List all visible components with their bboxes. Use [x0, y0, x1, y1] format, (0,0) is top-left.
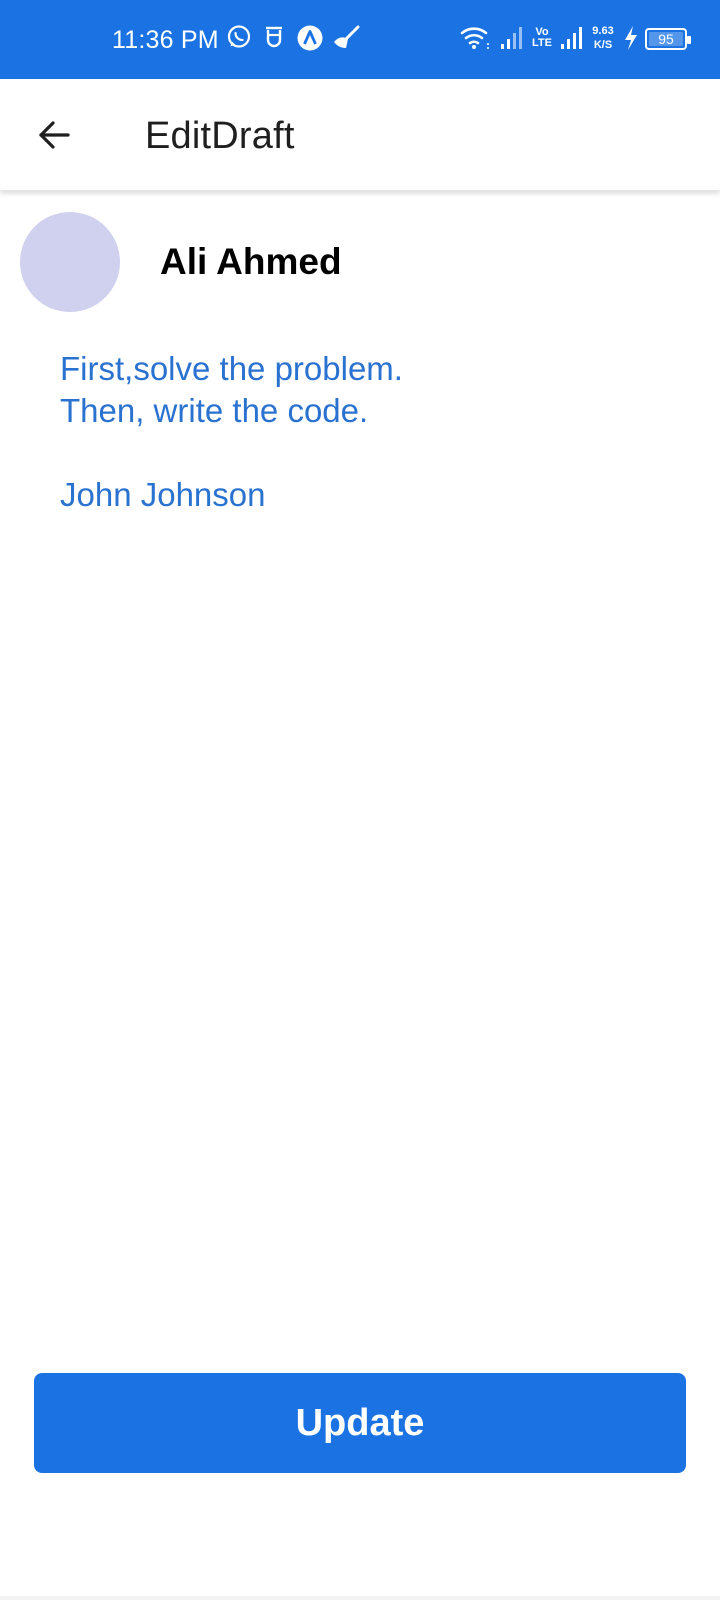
app-icon: [296, 24, 324, 57]
charging-icon: [622, 24, 640, 57]
draft-line: First,solve the problem.: [60, 350, 403, 387]
battery-level: 95: [658, 31, 674, 47]
draft-line: John Johnson: [60, 476, 266, 513]
update-button[interactable]: Update: [34, 1373, 686, 1473]
app-bar: EditDraft: [0, 79, 720, 191]
avatar: [20, 212, 120, 312]
signal-icon: [560, 24, 584, 57]
page-title: EditDraft: [145, 115, 295, 157]
speed-value: 9.63: [592, 25, 614, 37]
battery-icon: 95: [645, 28, 691, 50]
volte-label: Vo LTE: [532, 26, 552, 49]
draft-line: Then, write the code.: [60, 392, 369, 429]
back-button[interactable]: [26, 107, 82, 163]
edit-draft-screen: 11:36 PM Vo LTE 9.63 K/S 95 EditDraft Al…: [0, 0, 720, 1600]
whatsapp-icon: [226, 24, 252, 55]
status-time: 11:36 PM: [112, 26, 219, 54]
wifi-icon: [460, 24, 490, 57]
speed-unit: K/S: [593, 39, 613, 51]
notification-icon: [263, 24, 285, 57]
navigation-bar: [0, 1596, 720, 1600]
draft-line: [60, 432, 680, 474]
arrow-left-icon: [39, 121, 70, 149]
draft-body[interactable]: First,solve the problem. Then, write the…: [60, 348, 680, 516]
signal-icon: [500, 24, 524, 57]
status-bar: 11:36 PM Vo LTE 9.63 K/S 95: [0, 0, 720, 79]
sender-name: Ali Ahmed: [160, 241, 342, 282]
cleaner-icon: [331, 24, 361, 57]
